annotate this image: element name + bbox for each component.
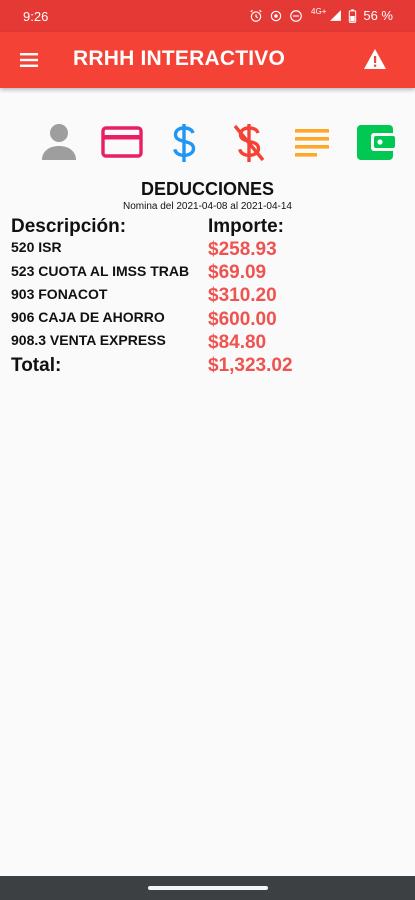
alarm-icon bbox=[250, 9, 262, 22]
deduction-description: 523 CUOTA AL IMSS TRAB bbox=[11, 263, 190, 279]
section-icon-bar bbox=[0, 122, 415, 164]
total-label: Total: bbox=[11, 355, 62, 376]
deduction-description: 908.3 VENTA EXPRESS bbox=[11, 332, 166, 348]
deduction-amount: $69.09 bbox=[208, 262, 267, 283]
status-bar: 9:26 4G+ 56 % bbox=[0, 0, 415, 32]
do-not-disturb-icon bbox=[290, 9, 302, 22]
network-type: 4G+ bbox=[311, 7, 327, 16]
pay-period: Nomina del 2021-04-08 al 2021-04-14 bbox=[122, 201, 292, 212]
signal-icon bbox=[330, 10, 342, 21]
app-bar: RRHH INTERACTIVO bbox=[0, 32, 415, 88]
person-icon[interactable] bbox=[40, 122, 78, 166]
deduction-description: 903 FONACOT bbox=[11, 286, 108, 302]
credit-card-icon[interactable] bbox=[100, 122, 144, 166]
wallet-icon[interactable] bbox=[355, 122, 395, 166]
deduction-description: 906 CAJA DE AHORRO bbox=[11, 309, 165, 325]
total-amount: $1,323.02 bbox=[208, 355, 293, 376]
home-gesture-handle[interactable] bbox=[148, 886, 268, 890]
deduction-description: 520 ISR bbox=[11, 239, 62, 255]
app-title: RRHH INTERACTIVO bbox=[73, 47, 286, 70]
dollar-off-icon[interactable] bbox=[229, 122, 269, 168]
menu-icon[interactable] bbox=[18, 50, 40, 74]
deduction-amount: $84.80 bbox=[208, 332, 267, 353]
amount-header: Importe: bbox=[208, 216, 284, 237]
battery-level: 56 % bbox=[363, 8, 393, 23]
deduction-amount: $258.93 bbox=[208, 239, 277, 260]
status-icons: 4G+ 56 % bbox=[249, 7, 393, 23]
status-time: 9:26 bbox=[23, 9, 49, 24]
dollar-icon[interactable] bbox=[170, 122, 198, 168]
system-nav-bar bbox=[0, 876, 415, 900]
warning-icon[interactable] bbox=[363, 48, 387, 74]
hotspot-icon bbox=[270, 10, 282, 21]
list-icon[interactable] bbox=[294, 122, 330, 166]
battery-icon bbox=[349, 8, 357, 23]
deduction-amount: $310.20 bbox=[208, 285, 277, 306]
section-title: DEDUCCIONES bbox=[140, 179, 274, 199]
description-header: Descripción: bbox=[11, 216, 127, 237]
deduction-amount: $600.00 bbox=[208, 309, 277, 330]
